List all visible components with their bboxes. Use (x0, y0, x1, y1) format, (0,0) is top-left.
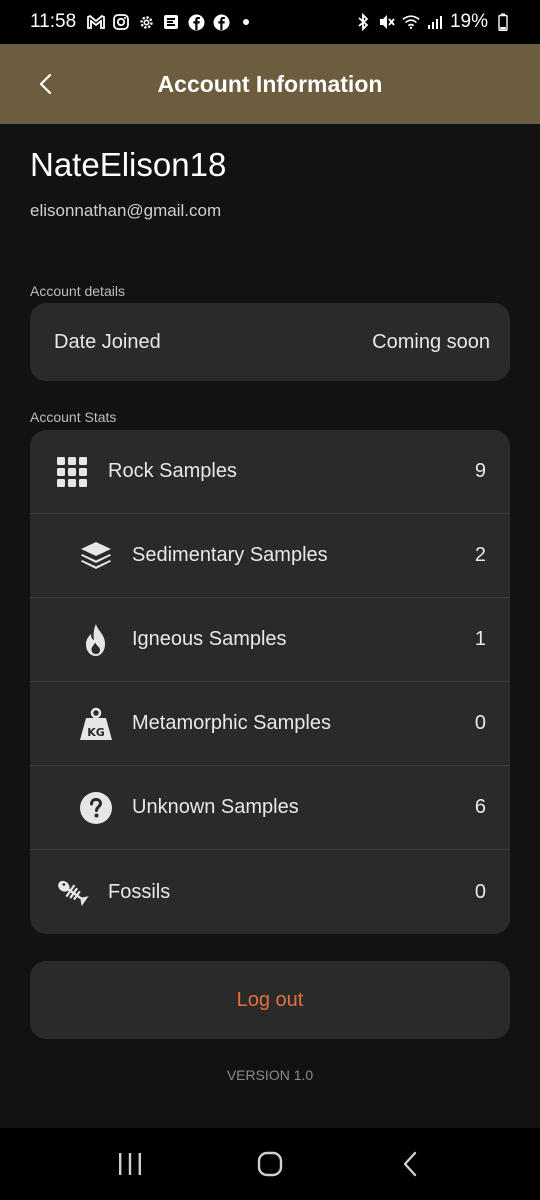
gmail-icon (87, 13, 106, 31)
instagram-icon (112, 13, 130, 31)
page-title: Account Information (157, 70, 383, 97)
rock-samples-label: Rock Samples (108, 460, 237, 482)
dot-icon (237, 13, 255, 31)
account-stats-label: Account Stats (30, 409, 117, 425)
facebook-icon (187, 13, 205, 31)
email: elisonnathan@gmail.com (30, 201, 222, 220)
account-stats-card: Rock Samples 9 Sedimentary Samples 2 Ign… (30, 430, 510, 934)
unknown-samples-row: Unknown Samples 6 (30, 766, 510, 850)
bluetooth-icon (354, 13, 372, 31)
igneous-samples-label: Igneous Samples (132, 628, 287, 650)
unknown-samples-label: Unknown Samples (132, 796, 299, 818)
account-details-card: Date Joined Coming soon (30, 303, 510, 381)
metamorphic-samples-row: KG Metamorphic Samples 0 (30, 682, 510, 766)
layers-icon (78, 538, 114, 574)
svg-text:KG: KG (87, 726, 105, 739)
recent-apps-button[interactable] (110, 1144, 150, 1184)
version-label: VERSION 1.0 (226, 1067, 314, 1083)
grid-icon (54, 454, 90, 490)
fish-bone-icon (54, 874, 90, 910)
question-icon (78, 790, 114, 826)
sedimentary-samples-label: Sedimentary Samples (132, 544, 328, 566)
fire-icon (78, 622, 114, 658)
date-joined-value: Coming soon (372, 330, 490, 353)
signal-icon (426, 13, 444, 31)
fossils-row: Fossils 0 (30, 850, 510, 934)
back-button[interactable] (28, 66, 64, 102)
system-back-button[interactable] (390, 1144, 430, 1184)
logout-button[interactable]: Log out (30, 961, 510, 1039)
status-time: 11:58 (30, 11, 77, 32)
fossils-value: 0 (474, 880, 486, 903)
chevron-left-icon (39, 73, 52, 95)
rock-samples-value: 9 (474, 460, 486, 482)
fossils-label: Fossils (108, 880, 171, 903)
date-joined-row: Date Joined Coming soon (30, 303, 510, 381)
weight-icon: KG (78, 706, 114, 742)
sedimentary-samples-value: 2 (474, 544, 486, 566)
app-icon (162, 13, 180, 31)
mute-icon (378, 13, 396, 31)
sedimentary-samples-row: Sedimentary Samples 2 (30, 514, 510, 598)
account-details-label: Account details (30, 283, 125, 299)
date-joined-label: Date Joined (54, 330, 161, 353)
unknown-samples-value: 6 (474, 796, 486, 818)
app-bar: Account Information (0, 44, 540, 124)
system-nav-bar (0, 1128, 540, 1200)
battery-percent: 19% (449, 11, 488, 32)
username: NateElison18 (30, 146, 227, 183)
igneous-samples-value: 1 (474, 628, 486, 650)
wifi-icon (402, 13, 420, 31)
battery-icon (494, 13, 512, 31)
settings-icon (137, 13, 155, 31)
metamorphic-samples-value: 0 (474, 712, 486, 734)
metamorphic-samples-label: Metamorphic Samples (132, 712, 331, 734)
home-button[interactable] (250, 1144, 290, 1184)
back-icon (403, 1151, 417, 1177)
home-icon (257, 1151, 283, 1177)
facebook-icon (212, 13, 230, 31)
rock-samples-row: Rock Samples 9 (30, 430, 510, 514)
igneous-samples-row: Igneous Samples 1 (30, 598, 510, 682)
recent-apps-icon (119, 1153, 141, 1175)
status-bar: 11:58 19% (0, 0, 540, 44)
